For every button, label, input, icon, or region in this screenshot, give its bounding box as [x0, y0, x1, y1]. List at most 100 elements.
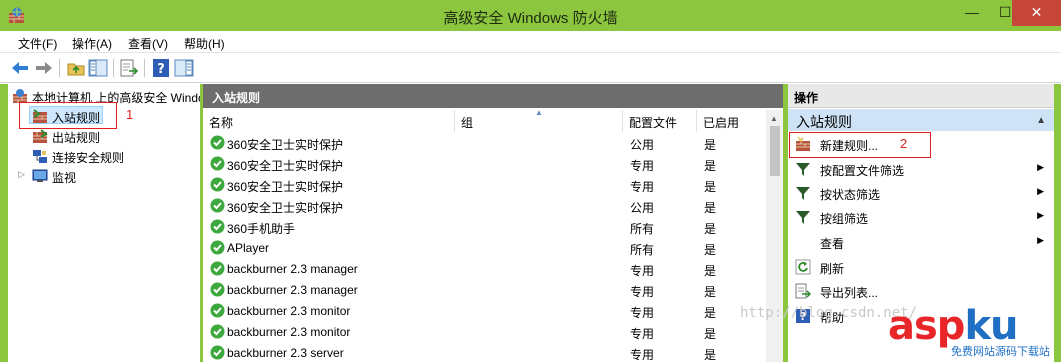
cell-enabled: 是 — [704, 180, 717, 194]
filter-icon — [796, 163, 810, 176]
show-hide-tree-icon[interactable] — [88, 58, 108, 78]
annotation-box-2 — [789, 132, 931, 158]
outbound-rules-icon — [33, 129, 48, 143]
cell-profile: 公用 — [630, 201, 655, 215]
enabled-check-icon — [210, 240, 225, 255]
tree-item-label: 连接安全规则 — [52, 151, 125, 165]
table-row[interactable]: backburner 2.3 server 专用 是 — [203, 343, 765, 362]
help-icon[interactable]: ? — [151, 58, 171, 78]
enabled-check-icon — [210, 135, 225, 150]
close-button[interactable]: ✕ — [1012, 0, 1061, 26]
export-list-icon[interactable] — [119, 58, 139, 78]
action-refresh[interactable]: 刷新 — [788, 255, 1054, 279]
tree-item-label: 出站规则 — [52, 131, 101, 145]
rules-pane: 入站规则 名称 组 ▲ 配置文件 已启用 360安全卫士实时保护 公用是 360安全… — [203, 84, 783, 362]
action-export-list[interactable]: 导出列表... — [788, 279, 1054, 303]
cell-enabled: 是 — [704, 201, 717, 215]
toolbar-separator — [113, 59, 114, 77]
cell-name: 360安全卫士实时保护 — [227, 138, 344, 152]
menu-action[interactable]: 操作(A) — [72, 35, 112, 52]
column-header-profile[interactable]: 配置文件 — [623, 110, 697, 132]
enabled-check-icon — [210, 324, 225, 339]
forward-arrow-icon[interactable] — [34, 58, 54, 78]
cell-name: APlayer — [227, 241, 270, 255]
sort-arrow-icon: ▲ — [535, 108, 543, 117]
export-list-icon — [795, 283, 811, 299]
table-row[interactable]: 360安全卫士实时保护 公用 是 — [203, 133, 765, 154]
action-label: 按配置文件筛选 — [820, 164, 905, 178]
table-row[interactable]: backburner 2.3 manager 专用 是 — [203, 259, 765, 280]
table-row[interactable]: APlayer 所有 是 — [203, 238, 765, 259]
menu-bar: 文件(F) 操作(A) 查看(V) 帮助(H) — [0, 31, 1061, 53]
action-filter-by-state[interactable]: 按状态筛选 ▶ — [788, 181, 1054, 205]
annotation-number-1: 1 — [126, 107, 134, 122]
table-row[interactable]: 360安全卫士实时保护 专用 是 — [203, 154, 765, 175]
menu-help[interactable]: 帮助(H) — [184, 35, 225, 52]
expand-chevron-icon[interactable]: ▷ — [18, 169, 25, 180]
column-header-name[interactable]: 名称 — [203, 110, 455, 132]
table-row[interactable]: backburner 2.3 monitor 专用 是 — [203, 322, 765, 343]
column-header-enabled[interactable]: 已启用 — [697, 110, 766, 132]
annotation-number-2: 2 — [900, 136, 908, 151]
enabled-check-icon — [210, 156, 225, 171]
cell-profile: 公用 — [630, 138, 655, 152]
menu-view[interactable]: 查看(V) — [128, 35, 168, 52]
cell-profile: 专用 — [630, 327, 655, 341]
cell-profile: 专用 — [630, 348, 655, 362]
cell-enabled: 是 — [704, 306, 717, 320]
actions-section-inbound-rules[interactable]: 入站规则 ▲ — [788, 109, 1054, 131]
cell-enabled: 是 — [704, 138, 717, 152]
action-filter-by-group[interactable]: 按组筛选 ▶ — [788, 205, 1054, 229]
cell-enabled: 是 — [704, 243, 717, 257]
action-label: 按组筛选 — [820, 212, 869, 226]
cell-profile: 专用 — [630, 180, 655, 194]
tree-item-label: 监视 — [52, 171, 77, 185]
enabled-check-icon — [210, 282, 225, 297]
annotation-box-1 — [19, 102, 117, 129]
actions-section-label: 入站规则 — [796, 114, 852, 130]
cell-enabled: 是 — [704, 348, 717, 362]
filter-icon — [796, 187, 810, 200]
refresh-icon — [795, 259, 811, 275]
toolbar-separator — [59, 59, 60, 77]
submenu-arrow-icon: ▶ — [1037, 235, 1044, 245]
show-hide-action-pane-icon[interactable] — [174, 58, 194, 78]
enabled-check-icon — [210, 345, 225, 360]
title-bar: 高级安全 Windows 防火墙 — ☐ ✕ — [0, 0, 1061, 31]
scroll-up-arrow-icon[interactable]: ▲ — [770, 114, 778, 123]
enabled-check-icon — [210, 177, 225, 192]
enabled-check-icon — [210, 261, 225, 276]
cell-profile: 所有 — [630, 222, 655, 236]
submenu-arrow-icon: ▶ — [1037, 162, 1044, 172]
vertical-scrollbar[interactable]: ▲ — [766, 110, 783, 362]
table-row[interactable]: 360手机助手 所有 是 — [203, 217, 765, 238]
cell-profile: 所有 — [630, 243, 655, 257]
menu-file[interactable]: 文件(F) — [18, 35, 57, 52]
site-logo-subtitle: 免费网站源码下载站 — [951, 343, 1050, 359]
toolbar: ? — [0, 53, 1061, 83]
cell-name: 360安全卫士实时保护 — [227, 201, 344, 215]
back-arrow-icon[interactable] — [10, 58, 30, 78]
enabled-check-icon — [210, 219, 225, 234]
table-row[interactable]: backburner 2.3 monitor 专用 是 — [203, 301, 765, 322]
cell-enabled: 是 — [704, 264, 717, 278]
action-label: 导出列表... — [820, 286, 879, 300]
table-row[interactable]: 360安全卫士实时保护 公用 是 — [203, 196, 765, 217]
cell-enabled: 是 — [704, 159, 717, 173]
cell-name: 360安全卫士实时保护 — [227, 180, 344, 194]
cell-name: backburner 2.3 manager — [227, 283, 358, 297]
table-row[interactable]: backburner 2.3 manager 专用 是 — [203, 280, 765, 301]
minimize-button[interactable]: — — [955, 0, 989, 26]
rules-pane-title: 入站规则 — [203, 84, 783, 108]
collapse-up-icon[interactable]: ▲ — [1036, 115, 1046, 126]
cell-name: backburner 2.3 monitor — [227, 304, 351, 318]
cell-enabled: 是 — [704, 222, 717, 236]
action-view[interactable]: 查看 ▶ — [788, 230, 1054, 254]
scrollbar-thumb[interactable] — [770, 126, 780, 176]
action-filter-by-profile[interactable]: 按配置文件筛选 ▶ — [788, 157, 1054, 181]
cell-profile: 专用 — [630, 285, 655, 299]
table-row[interactable]: 360安全卫士实时保护 专用 是 — [203, 175, 765, 196]
up-folder-icon[interactable] — [66, 58, 86, 78]
monitoring-icon — [32, 169, 48, 182]
svg-text:?: ? — [157, 62, 165, 77]
